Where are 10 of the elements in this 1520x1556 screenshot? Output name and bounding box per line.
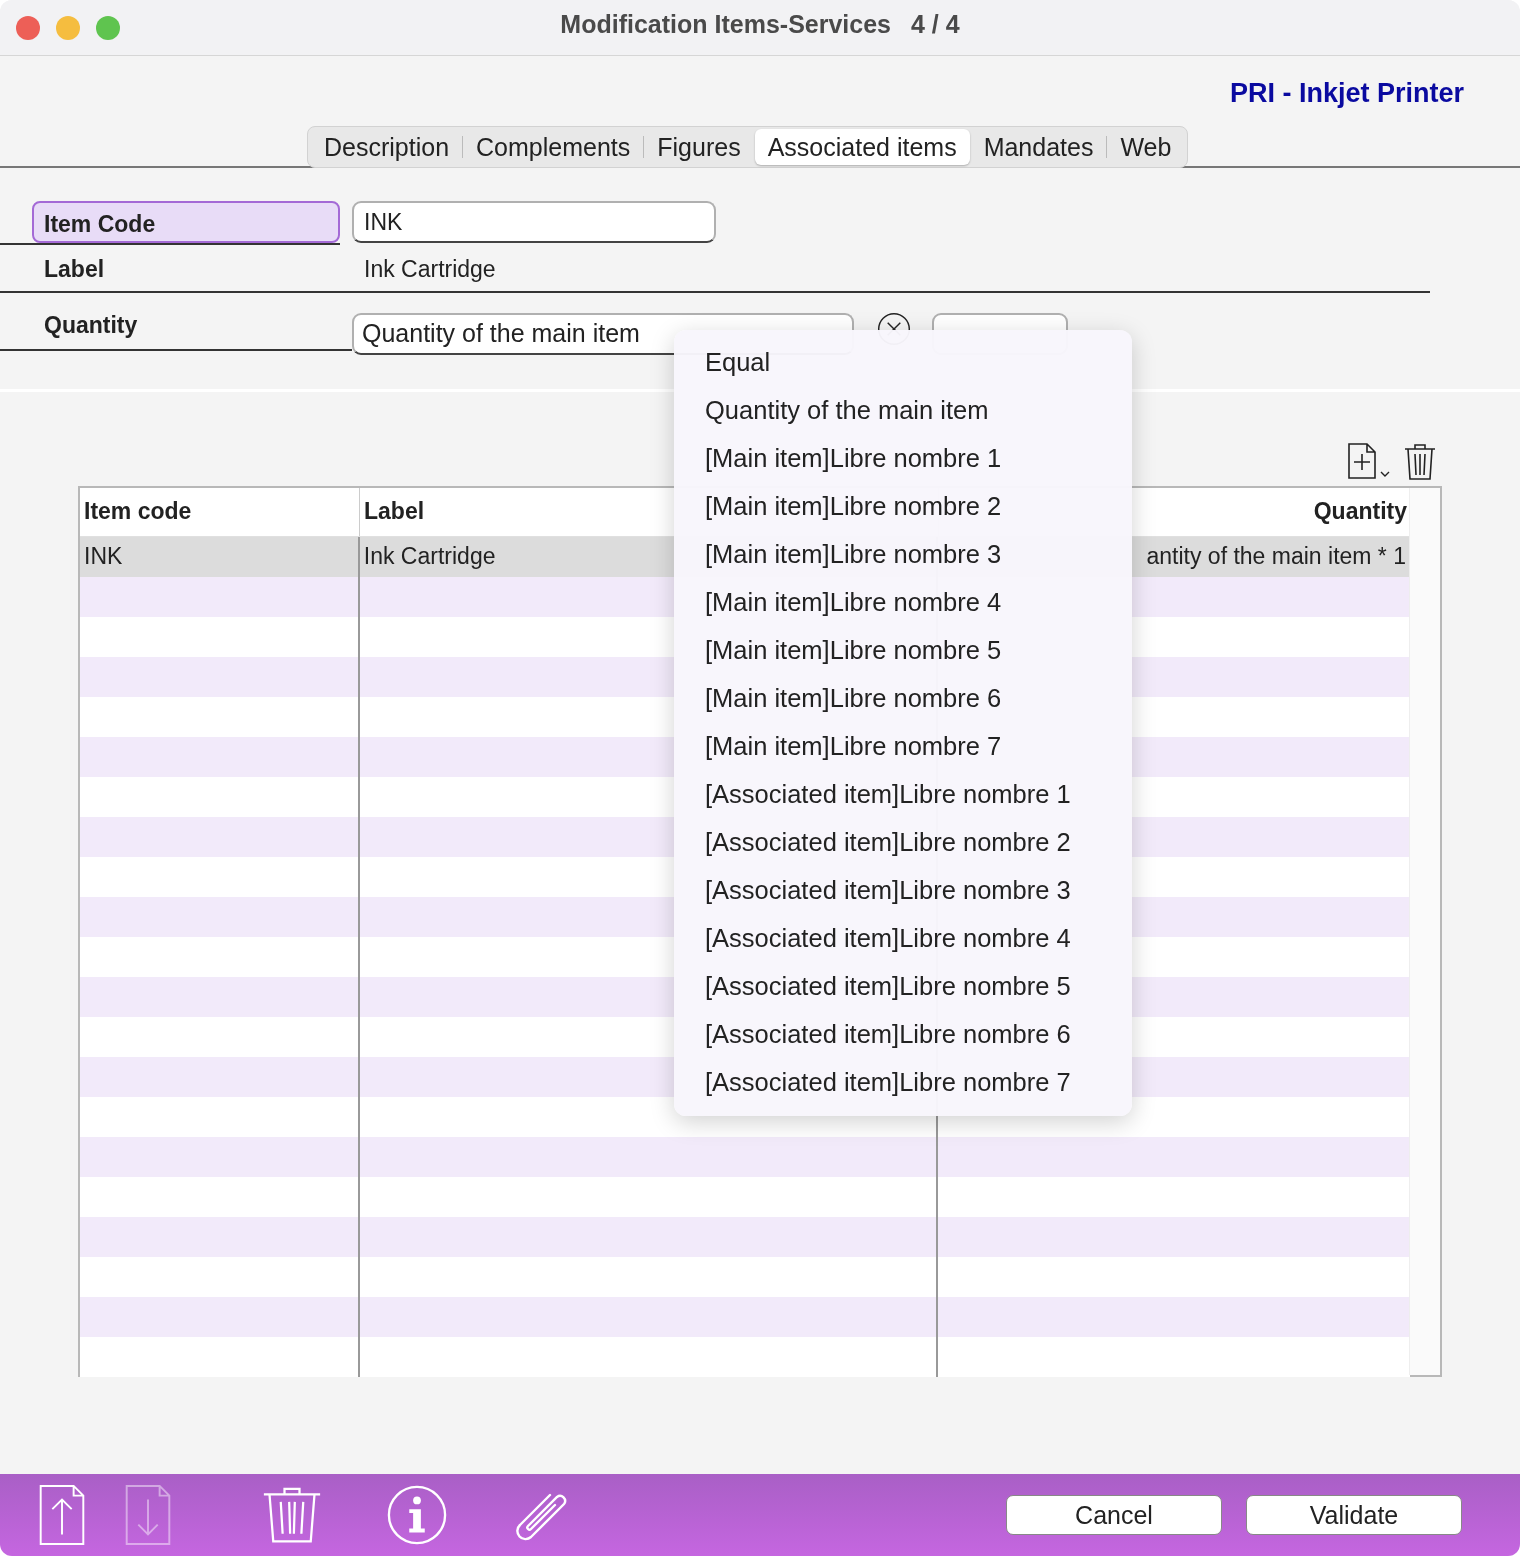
field-label: Item Code [32, 201, 340, 243]
table-cell: INK [84, 543, 123, 570]
record-title: PRI - Inkjet Printer [1229, 78, 1464, 110]
field-value: Ink Cartridge [364, 255, 496, 283]
table-cell: antity of the main item * 1 [1146, 543, 1406, 570]
table-cell: Ink Cartridge [363, 543, 496, 570]
field-label: Quantity [44, 310, 138, 339]
window-title: Modification Items-Services [560, 10, 891, 38]
field-label: Label [44, 255, 106, 283]
record-counter: 4 / 4 [911, 10, 960, 38]
